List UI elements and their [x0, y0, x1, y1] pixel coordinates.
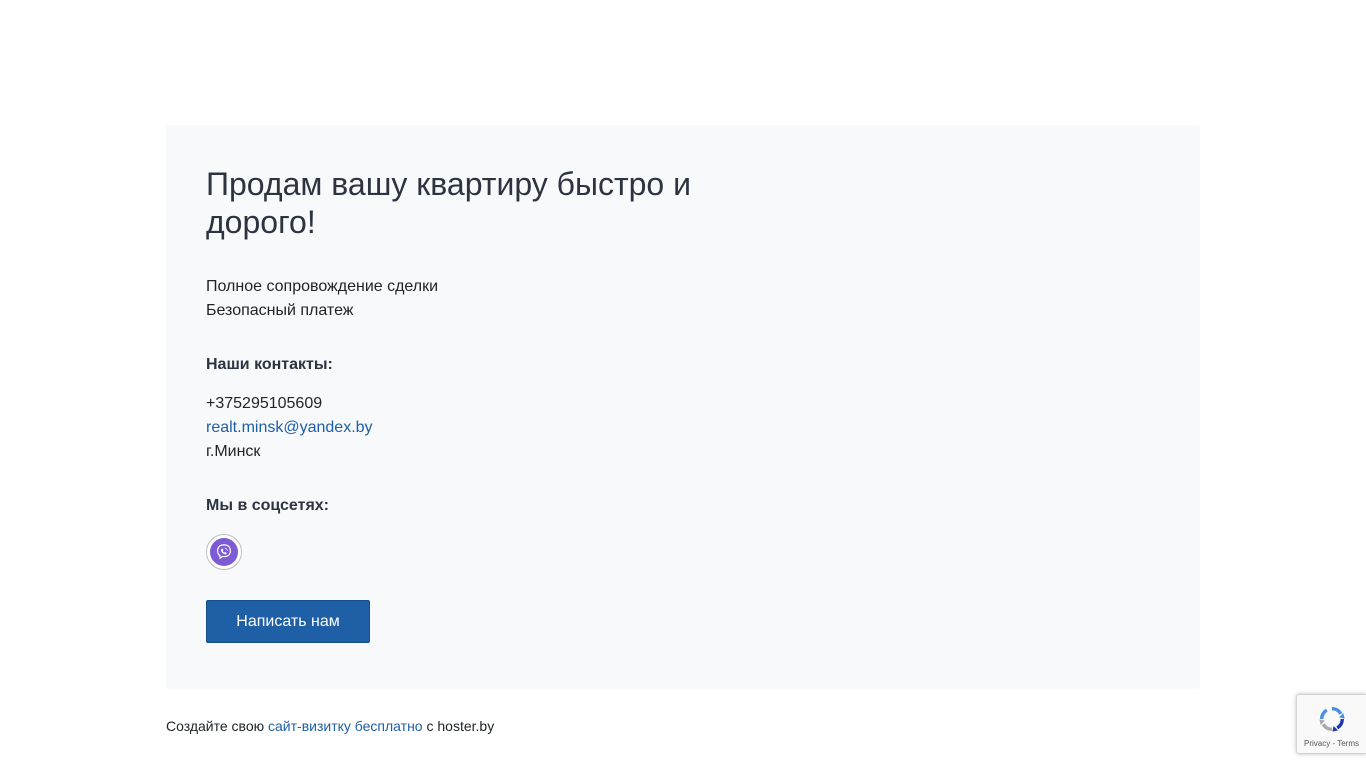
- features-list: Полное сопровождение сделки Безопасный п…: [206, 275, 1160, 323]
- city-text: г.Минск: [206, 443, 261, 460]
- recaptcha-links[interactable]: Privacy - Terms: [1304, 739, 1359, 748]
- feature-item: Безопасный платеж: [206, 302, 354, 319]
- contacts-title: Наши контакты:: [206, 356, 333, 373]
- email-link[interactable]: realt.minsk@yandex.by: [206, 419, 373, 436]
- footer: Создайте свою сайт-визитку бесплатно с h…: [166, 716, 494, 736]
- recaptcha-icon: [1318, 706, 1345, 732]
- footer-suffix: с hoster.by: [426, 718, 495, 734]
- contacts-block: +375295105609 realt.minsk@yandex.by г.Ми…: [206, 392, 1160, 464]
- phone-number: +375295105609: [206, 395, 323, 412]
- viber-link[interactable]: [206, 534, 242, 570]
- feature-item: Полное сопровождение сделки: [206, 278, 439, 295]
- footer-link[interactable]: сайт-визитку бесплатно: [268, 718, 423, 734]
- recaptcha-badge[interactable]: Privacy - Terms: [1296, 694, 1366, 754]
- footer-prefix: Создайте свою: [166, 718, 265, 734]
- social-title: Мы в соцсетях:: [206, 497, 329, 514]
- write-us-button[interactable]: Написать нам: [206, 600, 370, 643]
- page-title: Продам вашу квартиру быстро и дорого!: [206, 166, 691, 240]
- hero-card: Продам вашу квартиру быстро и дорого! По…: [166, 125, 1200, 689]
- social-links: [206, 534, 1160, 570]
- viber-icon: [210, 538, 238, 566]
